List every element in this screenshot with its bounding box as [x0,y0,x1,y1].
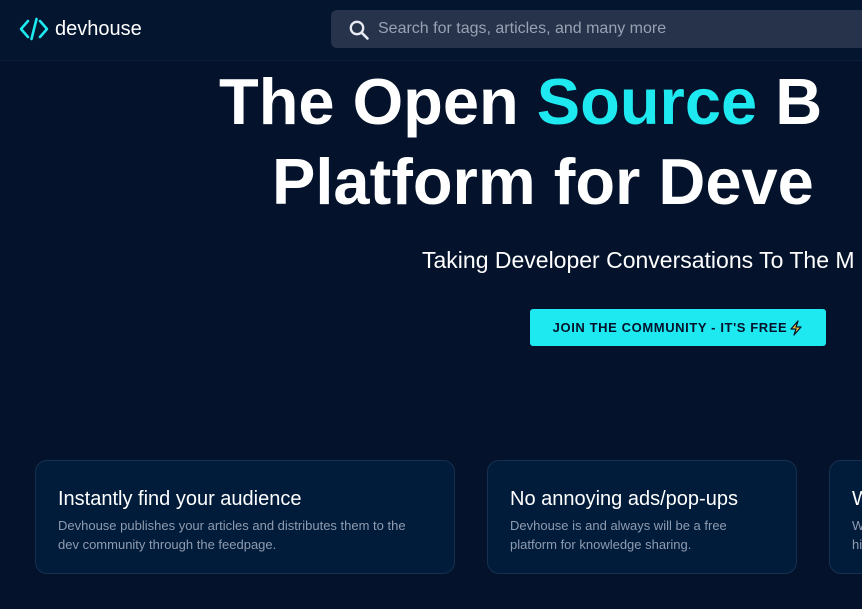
feature-card-description-line: W [852,516,862,535]
code-brackets-icon [19,17,49,41]
search-bar[interactable] [331,10,862,48]
feature-card-title: Instantly find your audience [58,488,302,510]
hero-headline-text: The Open [219,65,537,138]
feature-card-title: W [852,488,862,511]
feature-card-description: Devhouse is and always will be a free pl… [510,516,780,554]
search-input[interactable] [378,10,858,48]
join-community-label: JOIN THE COMMUNITY - IT'S FREE [552,320,788,335]
feature-card-description-line: Devhouse is and always will be a free [510,518,727,533]
feature-card-description-line: Devhouse publishes your articles and dis… [58,518,406,533]
hero-headline-line-2: Platform for Deve [272,145,814,218]
feature-card-description: W hi [852,516,862,554]
join-community-button[interactable]: JOIN THE COMMUNITY - IT'S FREE [530,309,826,346]
hero-subtitle: Taking Developer Conversations To The M [422,247,855,273]
feature-card-audience: Instantly find your audience Devhouse pu… [35,460,455,574]
hero-headline-accent: Source [536,65,758,138]
feature-card-no-ads: No annoying ads/pop-ups Devhouse is and … [487,460,797,574]
top-navbar: devhouse [0,0,862,61]
lightning-bolt-icon [790,319,802,336]
feature-card-partial: W W hi [829,460,862,574]
feature-card-description-line: platform for knowledge sharing. [510,537,692,552]
logo[interactable]: devhouse [19,14,142,44]
hero-headline-text-end: B [757,65,823,138]
logo-text: devhouse [55,17,142,40]
hero-headline-line-1: The Open Source B [219,69,822,134]
search-icon [349,20,369,40]
feature-card-title: No annoying ads/pop-ups [510,488,738,510]
feature-card-description: Devhouse publishes your articles and dis… [58,516,438,554]
feature-card-description-line: hi [852,537,862,552]
feature-card-description-line: dev community through the feedpage. [58,537,277,552]
